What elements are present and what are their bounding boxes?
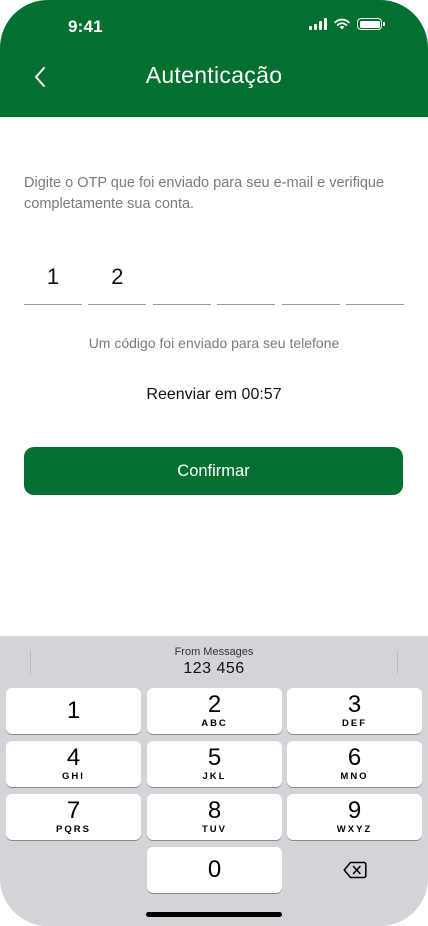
numeric-keyboard: From Messages 123 456 1 2 ABC 3 DEF 4 GH… <box>0 636 428 926</box>
key-0[interactable]: 0 <box>147 847 282 893</box>
app-header: 9:41 Autenticação <box>0 0 428 117</box>
suggestion-divider <box>30 650 31 674</box>
otp-digit-4[interactable] <box>217 258 276 305</box>
key-7[interactable]: 7 PQRS <box>6 794 141 840</box>
key-4[interactable]: 4 GHI <box>6 741 141 787</box>
cellular-signal-icon <box>309 18 327 30</box>
key-3[interactable]: 3 DEF <box>287 688 422 734</box>
key-number: 0 <box>207 856 222 883</box>
otp-autofill-suggestion[interactable]: From Messages 123 456 <box>0 636 428 686</box>
status-time: 9:41 <box>68 17 103 36</box>
key-number: 1 <box>66 697 81 724</box>
key-number: 6 <box>347 744 362 771</box>
key-letters: PQRS <box>56 824 91 835</box>
status-icons <box>309 18 385 30</box>
key-letters: MNO <box>340 771 369 782</box>
otp-digit-3[interactable] <box>152 258 211 305</box>
key-letters: WXYZ <box>336 824 373 835</box>
key-letters: ABC <box>201 718 228 729</box>
key-number: 5 <box>207 744 222 771</box>
home-indicator <box>146 912 282 917</box>
otp-digit-5[interactable] <box>281 258 340 305</box>
otp-digit-6[interactable] <box>345 258 404 305</box>
otp-digit-2[interactable]: 2 <box>88 258 147 305</box>
key-5[interactable]: 5 JKL <box>147 741 282 787</box>
key-number: 3 <box>347 691 362 718</box>
suggestion-divider <box>397 650 398 674</box>
code-sent-message: Um código foi enviado para seu telefone <box>88 335 340 351</box>
key-number: 4 <box>66 744 81 771</box>
otp-digit-1[interactable]: 1 <box>24 258 82 305</box>
key-1[interactable]: 1 <box>6 688 141 734</box>
suggestion-code: 123 456 <box>183 659 245 677</box>
key-number: 9 <box>347 797 362 824</box>
key-number: 2 <box>207 691 222 718</box>
phone-screen: 9:41 Autenticação Digite o OTP que foi e… <box>0 0 428 926</box>
resend-countdown[interactable]: Reenviar em 00:57 <box>0 386 428 404</box>
backspace-icon <box>342 861 367 879</box>
battery-icon <box>357 18 385 30</box>
confirm-button[interactable]: Confirmar <box>24 447 403 495</box>
page-title: Autenticação <box>145 62 283 88</box>
key-2[interactable]: 2 ABC <box>147 688 282 734</box>
otp-input-group: 1 2 <box>24 258 404 305</box>
delete-key[interactable] <box>287 847 422 893</box>
key-8[interactable]: 8 TUV <box>147 794 282 840</box>
key-number: 7 <box>66 797 81 824</box>
key-number: 8 <box>207 797 222 824</box>
key-letters: JKL <box>202 771 227 782</box>
key-9[interactable]: 9 WXYZ <box>287 794 422 840</box>
suggestion-source: From Messages <box>174 645 254 658</box>
otp-instructions: Digite o OTP que foi enviado para seu e-… <box>24 175 385 212</box>
key-letters: TUV <box>202 824 227 835</box>
key-letters: DEF <box>342 718 367 729</box>
wifi-icon <box>334 18 350 30</box>
key-letters: GHI <box>62 771 85 782</box>
key-6[interactable]: 6 MNO <box>287 741 422 787</box>
